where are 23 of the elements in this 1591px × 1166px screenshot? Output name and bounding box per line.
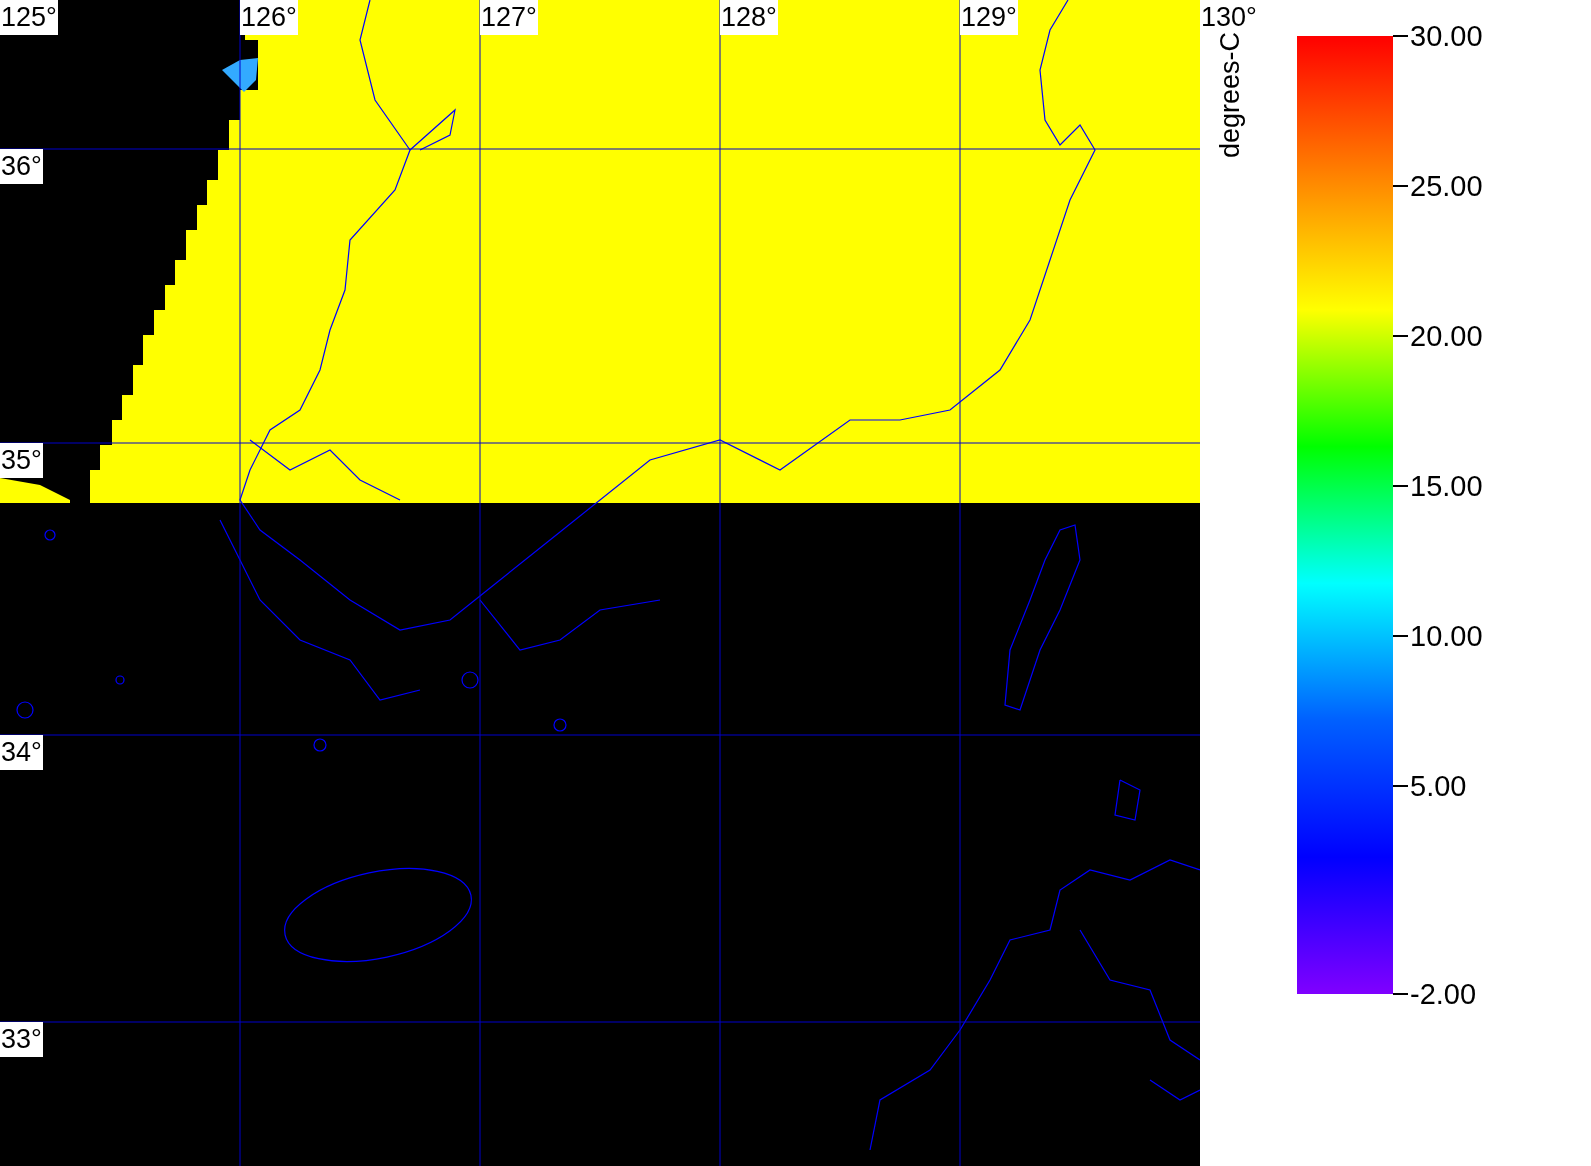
- tick-mark: [1393, 485, 1408, 487]
- tick-mark: [1393, 993, 1408, 995]
- latitude-label: 35°: [0, 443, 43, 478]
- tick-label: -2.00: [1410, 978, 1477, 1010]
- longitude-label: 129°: [960, 0, 1018, 35]
- latitude-label: 34°: [0, 735, 43, 770]
- tick-label: 10.00: [1410, 620, 1483, 652]
- latitude-label: 36°: [0, 149, 43, 184]
- tick-mark: [1393, 35, 1408, 37]
- latitude-label: 33°: [0, 1022, 43, 1057]
- longitude-label: 128°: [720, 0, 778, 35]
- longitude-label: 126°: [240, 0, 298, 35]
- tick-mark: [1393, 185, 1408, 187]
- tick-mark: [1393, 635, 1408, 637]
- longitude-label: 125°: [0, 0, 58, 35]
- tick-label: 30.00: [1410, 20, 1483, 52]
- tick-mark: [1393, 785, 1408, 787]
- longitude-label: 127°: [480, 0, 538, 35]
- tick-label: 25.00: [1410, 170, 1483, 202]
- tick-label: 5.00: [1410, 770, 1467, 802]
- tick-mark: [1393, 335, 1408, 337]
- tick-label: 15.00: [1410, 470, 1483, 502]
- tick-label: 20.00: [1410, 320, 1483, 352]
